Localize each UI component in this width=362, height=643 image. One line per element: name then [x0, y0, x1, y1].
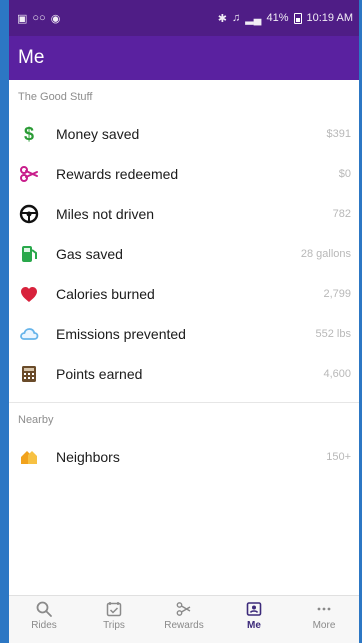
voicemail-icon: ○○ [32, 12, 46, 24]
gallery-icon: ▣ [17, 12, 28, 25]
bluetooth-icon: ✱ [217, 12, 227, 25]
phone-screen: ▣ ○○ ◉ ✱ ♫ ▂▄ 41% 10:19 AM Me The Good S… [9, 0, 359, 643]
nav-label-more: More [312, 620, 336, 631]
scissors-icon [175, 600, 193, 618]
steering-wheel-icon [18, 203, 40, 225]
list-item-value: 28 gallons [300, 248, 351, 260]
nav-item-more[interactable]: More [293, 600, 355, 631]
location-icon: ◉ [50, 12, 61, 25]
app-bar: Me [9, 36, 359, 80]
nav-label-rewards: Rewards [164, 620, 204, 631]
battery-percent: 41% [266, 12, 289, 24]
time-text: 10:19 AM [306, 12, 353, 24]
calendar-check-icon [105, 600, 123, 618]
status-left-icons: ▣ ○○ ◉ [17, 12, 60, 25]
section-header-nearby: Nearby [18, 414, 54, 426]
list-item-label: Points earned [56, 366, 143, 382]
nav-label-rides: Rides [31, 620, 57, 631]
more-icon [315, 600, 333, 618]
list-item-value: $391 [326, 128, 351, 140]
list-item-label: Gas saved [56, 246, 123, 262]
list-item-points-earned[interactable]: Points earned 4,600 [9, 354, 359, 394]
list-item-miles-not-driven[interactable]: Miles not driven 782 [9, 194, 359, 234]
list-item-neighbors[interactable]: Neighbors 150+ [9, 437, 359, 477]
list-item-label: Money saved [56, 126, 140, 142]
calculator-icon [18, 363, 40, 385]
list-item-label: Rewards redeemed [56, 166, 179, 182]
heart-icon [18, 283, 40, 305]
rewards-redeemed-icon [18, 163, 40, 185]
list-item-label: Miles not driven [56, 206, 155, 222]
section-header-good-stuff: The Good Stuff [18, 91, 93, 103]
cloud-icon [18, 323, 40, 345]
list-item-value: 552 lbs [315, 328, 351, 340]
gas-pump-icon [18, 243, 40, 265]
list-item-label: Neighbors [56, 449, 120, 465]
list-item-label: Calories burned [56, 286, 155, 302]
nav-label-trips: Trips [103, 620, 125, 631]
list-item-rewards-redeemed[interactable]: Rewards redeemed $0 [9, 154, 359, 194]
list-item-value: 4,600 [323, 368, 351, 380]
content-area: The Good Stuff $ Money saved $391 Reward… [9, 80, 359, 477]
profile-card-icon [245, 600, 263, 618]
list-item-value: $0 [338, 168, 351, 180]
list-item-label: Emissions prevented [56, 326, 186, 342]
list-item-value: 2,799 [323, 288, 351, 300]
nav-item-trips[interactable]: Trips [83, 600, 145, 631]
list-item-money-saved[interactable]: $ Money saved $391 [9, 114, 359, 154]
list-item-gas-saved[interactable]: Gas saved 28 gallons [9, 234, 359, 274]
battery-icon [293, 12, 302, 24]
nav-item-rewards[interactable]: Rewards [153, 600, 215, 631]
list-item-emissions-prevented[interactable]: Emissions prevented 552 lbs [9, 314, 359, 354]
neighbors-icon [18, 446, 40, 468]
signal-icon: ▂▄ [245, 12, 262, 25]
nav-label-me: Me [247, 620, 261, 631]
money-icon: $ [23, 124, 34, 144]
list-item-value: 782 [332, 208, 351, 220]
nav-item-rides[interactable]: Rides [13, 600, 75, 631]
status-right-icons: ✱ ♫ ▂▄ 41% 10:19 AM [218, 12, 353, 25]
status-bar: ▣ ○○ ◉ ✱ ♫ ▂▄ 41% 10:19 AM [9, 0, 359, 36]
list-item-value: 150+ [326, 451, 351, 463]
list-item-calories-burned[interactable]: Calories burned 2,799 [9, 274, 359, 314]
search-icon [35, 600, 53, 618]
page-title: Me [18, 47, 45, 68]
mute-icon: ♫ [231, 12, 241, 24]
bottom-navigation: Rides Trips Rewards Me More [9, 595, 359, 643]
nav-item-me[interactable]: Me [223, 600, 285, 631]
